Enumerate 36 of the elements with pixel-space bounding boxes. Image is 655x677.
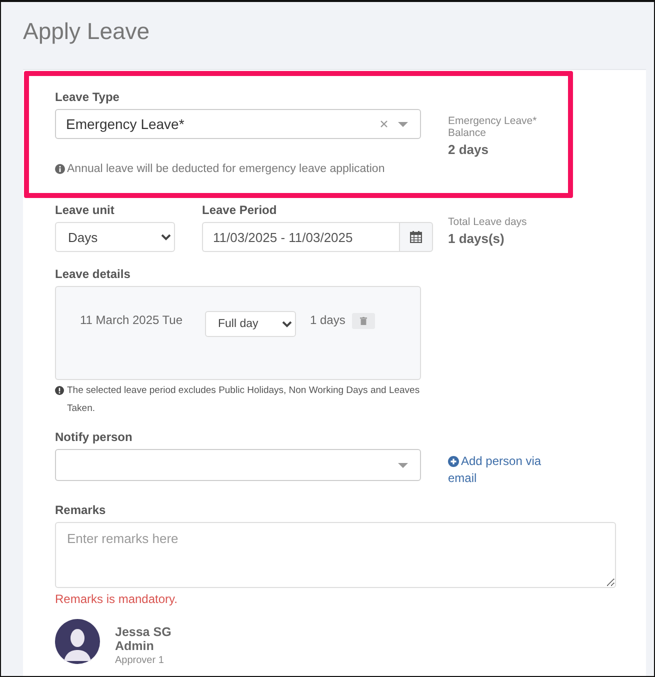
caret-icon (398, 462, 408, 468)
info-icon (55, 386, 64, 395)
note-text: The selected leave period excludes Public Holidays, Non Working Days and Leaves Taken. (67, 384, 421, 416)
calendar-button[interactable] (399, 222, 433, 252)
approver-name: Jessa SG Admin (115, 625, 172, 653)
page-title: Apply Leave (23, 18, 151, 46)
avatar-icon (55, 619, 100, 664)
delete-button[interactable] (352, 313, 375, 329)
balance-value: 2 days (448, 142, 490, 157)
balance-label: Emergency Leave* Balance (448, 115, 538, 139)
field-label: Leave unit (55, 203, 116, 217)
field-label: Leave Period (202, 203, 278, 217)
remarks-field[interactable]: Enter remarks here (55, 522, 616, 588)
field-label: Leave Type (55, 90, 120, 104)
clear-icon[interactable] (380, 120, 388, 128)
error-message: Remarks is mandatory. (55, 592, 178, 606)
leave-type-select[interactable]: Emergency Leave* (55, 109, 421, 139)
day-count: 1 days (310, 313, 346, 327)
total-label: Total Leave days (448, 216, 528, 228)
duration-select[interactable]: Full day (205, 311, 296, 337)
field-label: Leave details (55, 267, 132, 281)
caret-icon (398, 122, 408, 126)
date-range-field[interactable]: 11/03/2025 - 11/03/2025 (202, 222, 399, 252)
leave-unit-select[interactable]: Days (55, 222, 175, 252)
leave-date: 11 March 2025 Tue (80, 313, 184, 327)
trash-icon (360, 317, 367, 325)
plus-circle-icon (448, 456, 459, 467)
approver-step: Approver 1 (115, 655, 177, 666)
note-text: Annual leave will be deducted for emergency leave application (67, 163, 385, 175)
add-person-link[interactable]: Add person via email (448, 453, 553, 487)
notify-person-select[interactable] (55, 449, 421, 481)
field-label: Remarks (55, 503, 107, 517)
field-label: Notify person (55, 430, 134, 444)
calendar-icon (410, 231, 422, 243)
info-icon (55, 164, 65, 174)
total-value: 1 days(s) (448, 231, 506, 246)
